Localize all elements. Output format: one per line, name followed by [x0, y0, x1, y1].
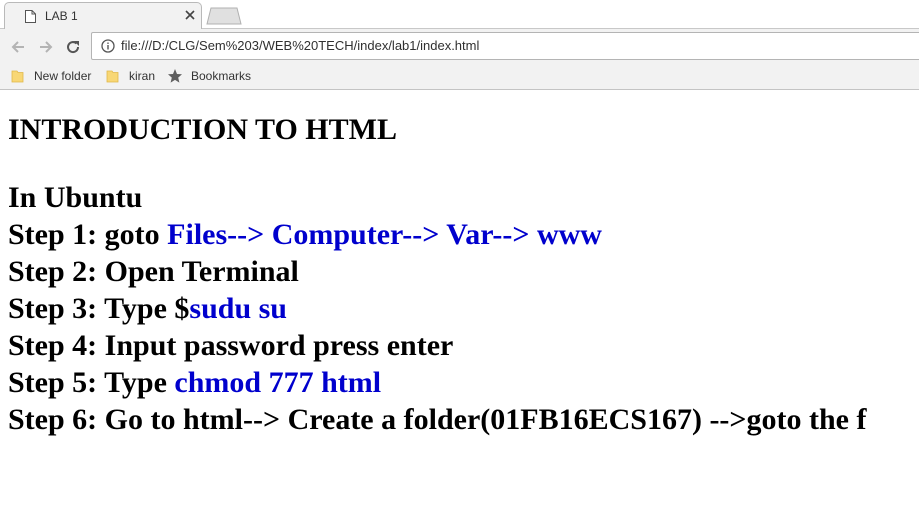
url-text: file:///D:/CLG/Sem%203/WEB%20TECH/index/… — [121, 38, 480, 53]
step-text: Step 2: Open Terminal — [8, 255, 299, 288]
step-5: Step 5: Type chmod 777 html — [8, 365, 381, 401]
step-text: Step 5: Type — [8, 366, 175, 399]
step-text: Step 4: Input password press enter — [8, 329, 454, 362]
folder-icon — [106, 70, 119, 83]
step-text: Step 6: Go to html--> Create a folder(01… — [8, 403, 867, 436]
step-1: Step 1: goto Files--> Computer--> Var-->… — [8, 217, 602, 253]
back-arrow-icon[interactable] — [9, 38, 27, 56]
page-icon — [25, 10, 36, 23]
reload-icon[interactable] — [64, 38, 82, 56]
subheading: In Ubuntu — [8, 181, 143, 214]
step-4: Step 4: Input password press enter — [8, 328, 453, 364]
bookmark-new-folder[interactable]: New folder — [10, 68, 96, 85]
close-tab-icon[interactable] — [184, 9, 196, 21]
tab-title: LAB 1 — [45, 9, 78, 23]
step-highlight: sudu su — [189, 292, 287, 325]
forward-arrow-icon[interactable] — [37, 38, 55, 56]
step-6: Step 6: Go to html--> Create a folder(01… — [8, 402, 867, 438]
step-highlight: Files--> Computer--> Var--> www — [167, 218, 602, 251]
step-text: Step 3: Type $ — [8, 292, 190, 325]
page-heading: INTRODUCTION TO HTML — [8, 113, 397, 146]
step-2: Step 2: Open Terminal — [8, 254, 299, 290]
page-content: INTRODUCTION TO HTML In Ubuntu Step 1: g… — [8, 90, 919, 517]
step-3: Step 3: Type $sudu su — [8, 291, 287, 327]
new-tab-button[interactable] — [206, 7, 242, 25]
bookmarks-bar: New folder kiran Bookmarks — [0, 64, 919, 89]
bookmark-label: New folder — [34, 69, 92, 83]
browser-toolbar: file:///D:/CLG/Sem%203/WEB%20TECH/index/… — [0, 29, 919, 64]
star-icon — [168, 69, 182, 83]
bookmark-bookmarks[interactable]: Bookmarks — [167, 68, 253, 85]
step-text: Step 1: goto — [8, 218, 168, 251]
bookmark-label: kiran — [129, 69, 156, 83]
step-highlight: chmod 777 html — [174, 366, 382, 399]
bookmark-label: Bookmarks — [191, 69, 252, 83]
folder-icon — [11, 70, 24, 83]
browser-tab[interactable]: LAB 1 — [4, 2, 202, 29]
address-bar[interactable]: file:///D:/CLG/Sem%203/WEB%20TECH/index/… — [91, 32, 919, 60]
bookmark-kiran[interactable]: kiran — [105, 68, 157, 85]
tab-strip: LAB 1 — [0, 0, 919, 29]
info-icon[interactable] — [101, 39, 115, 53]
